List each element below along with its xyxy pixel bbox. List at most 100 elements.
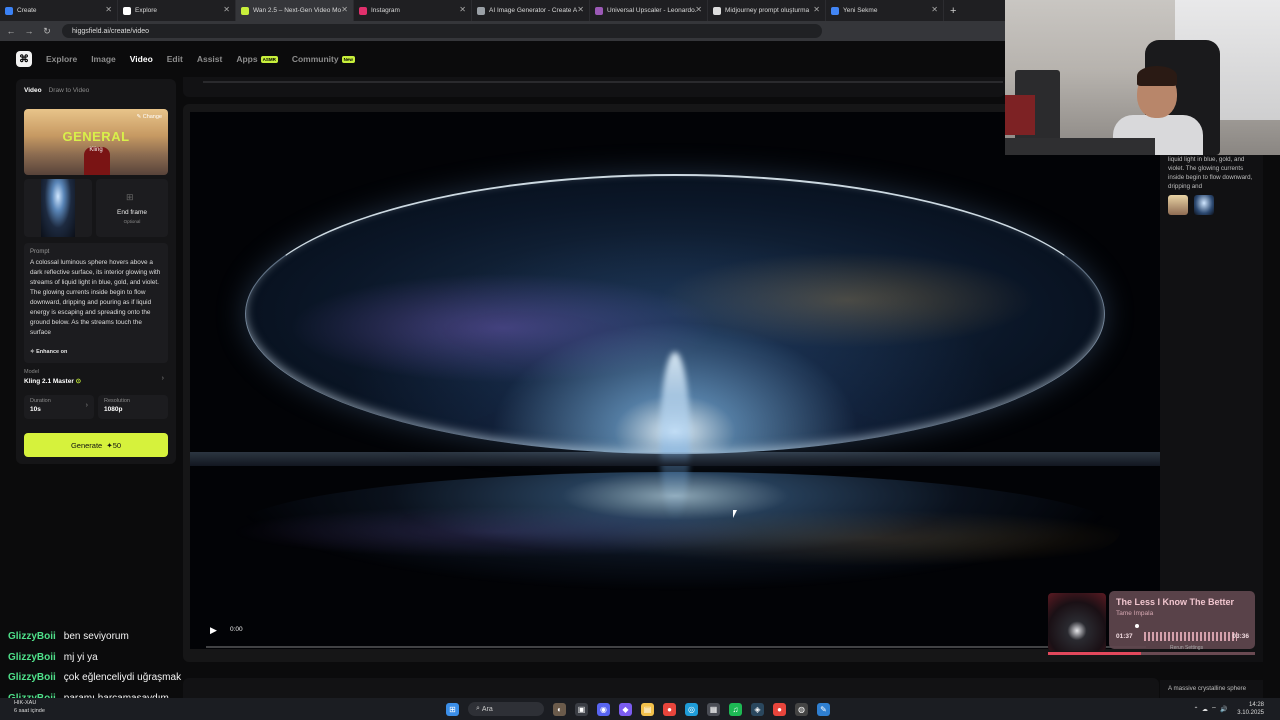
duration-value: 10s (30, 406, 41, 413)
nav-video[interactable]: Video (130, 54, 153, 64)
edge-icon[interactable]: ◎ (685, 702, 698, 716)
prompt-textarea[interactable]: A colossal luminous sphere hovers above … (30, 258, 162, 334)
mouse-cursor-icon (733, 510, 737, 518)
webcam-desk (1005, 138, 1155, 155)
widget-icon[interactable]: ◐ (553, 702, 566, 716)
volume-icon[interactable]: 🔊 (1220, 706, 1229, 713)
close-icon[interactable]: ✕ (105, 5, 112, 14)
video-progress-bar[interactable] (206, 646, 1146, 648)
close-icon[interactable]: ✕ (341, 5, 348, 14)
chrome-active-icon[interactable]: ● (773, 702, 786, 716)
clock-time: 14:28 (1248, 702, 1264, 708)
next-result-strip (183, 678, 1159, 698)
now-playing-card: The Less I Know The Better Tame Impala 0… (1109, 591, 1255, 649)
song-progress-track (1141, 652, 1255, 655)
taskbar-search[interactable]: ⌕ Ara (468, 702, 544, 716)
now-playing-widget: The Less I Know The Better Tame Impala 0… (1048, 591, 1255, 655)
generate-button[interactable]: Generate ✦ 50 (24, 433, 168, 457)
prompt-box[interactable]: Prompt A colossal luminous sphere hovers… (24, 243, 168, 363)
resolution-selector[interactable]: Resolution 1080p (98, 395, 168, 419)
chat-text: çok eğlenceliydi uğraşmak (63, 672, 182, 683)
obs-icon[interactable]: ◍ (795, 702, 808, 716)
browser-tab[interactable]: Instagram ✕ (354, 0, 472, 21)
model-name: Kling 2.1 Master (24, 378, 74, 385)
nav-assist[interactable]: Assist (197, 54, 223, 64)
task-view-icon[interactable]: ▣ (575, 702, 588, 716)
discord-icon[interactable]: ◉ (597, 702, 610, 716)
video-player[interactable]: ▶ 0:00 (190, 112, 1160, 649)
chevron-up-icon[interactable]: ⌃ (1193, 706, 1201, 713)
tab-video[interactable]: Video (24, 87, 42, 94)
reload-icon[interactable]: ↻ (40, 24, 54, 38)
tab-label: Explore (135, 7, 158, 14)
history-thumb[interactable] (1194, 195, 1214, 215)
favicon-icon (123, 6, 131, 15)
chat-text: mj yi ya (63, 651, 98, 663)
nav-community[interactable]: Community New (292, 54, 355, 64)
tab-label: Midjourney prompt oluşturma (725, 7, 810, 14)
cloud-icon[interactable]: ☁ (1202, 706, 1211, 713)
song-progress-fill (1048, 652, 1141, 655)
browser-tab[interactable]: Universal Upscaler - Leonardo. ✕ (590, 0, 708, 21)
album-art (1048, 593, 1106, 651)
url-input[interactable]: higgsfield.ai/create/video (62, 24, 822, 38)
history-column: liquid light in blue, gold, and violet. … (1160, 152, 1263, 662)
nav-image[interactable]: Image (91, 54, 116, 64)
enhance-toggle[interactable]: ✧ Enhance on (30, 349, 67, 355)
chrome-icon[interactable]: ● (663, 702, 676, 716)
steam-icon[interactable]: ◈ (751, 702, 764, 716)
windows-start-icon[interactable]: ⊞ (446, 702, 459, 716)
history-thumb[interactable] (1168, 195, 1188, 215)
change-button[interactable]: ✎ Change (137, 114, 162, 120)
waveform (1144, 632, 1237, 641)
divider (203, 81, 1003, 83)
app-icon[interactable]: ◆ (619, 702, 632, 716)
close-icon[interactable]: ✕ (695, 5, 702, 14)
start-frame[interactable] (24, 179, 92, 237)
close-icon[interactable]: ✕ (577, 5, 584, 14)
nav-apps-label: Apps (236, 54, 258, 64)
browser-tab[interactable]: Create ✕ (0, 0, 118, 21)
new-tab-icon[interactable]: + (944, 5, 956, 17)
app-icon[interactable]: ✎ (817, 702, 830, 716)
windows-taskbar: HIK-XAU 6 saat içinde ⊞ ⌕ Ara ◐ ▣ ◉ ◆ ▤ … (0, 698, 1280, 720)
close-icon[interactable]: ✕ (223, 5, 230, 14)
end-frame-label: End frame (117, 209, 147, 216)
back-icon[interactable]: ← (4, 24, 18, 38)
system-tray: ⌃ ☁ ⌔ 🔊 14:28 3.10.2025 (1193, 701, 1264, 717)
end-frame-hint: Optional (123, 219, 141, 224)
history-next-text: A massive crystalline sphere (1168, 685, 1247, 692)
asmr-badge: ASMR (260, 55, 278, 63)
chat-text: ben seviyorum (63, 631, 129, 642)
nav-explore[interactable]: Explore (46, 54, 77, 64)
close-icon[interactable]: ✕ (813, 5, 820, 14)
clock[interactable]: 14:28 3.10.2025 (1237, 701, 1264, 717)
browser-tab[interactable]: Explore ✕ (118, 0, 236, 21)
tab-draw-to-video[interactable]: Draw to Video (49, 87, 90, 94)
nav-edit[interactable]: Edit (167, 54, 183, 64)
close-icon[interactable]: ✕ (459, 5, 466, 14)
calculator-icon[interactable]: ▦ (707, 702, 720, 716)
weather-widget[interactable]: HIK-XAU 6 saat içinde (14, 699, 45, 715)
tab-label: Wan 2.5 – Next-Gen Video Mo (253, 7, 342, 14)
browser-tab[interactable]: Midjourney prompt oluşturma ✕ (708, 0, 826, 21)
weather-line2: 6 saat içinde (14, 708, 45, 714)
browser-tab-active[interactable]: Wan 2.5 – Next-Gen Video Mo ✕ (236, 0, 354, 21)
wifi-icon[interactable]: ⌔ (1211, 705, 1220, 713)
spotify-icon[interactable]: ♫ (729, 702, 742, 716)
logo-icon[interactable]: ⌘ (16, 51, 32, 67)
preset-thumbnail[interactable]: GENERAL Kling ✎ Change (24, 109, 168, 175)
weather-line1: HIK-XAU (14, 700, 37, 706)
favicon-icon (713, 6, 721, 15)
duration-selector[interactable]: Duration 10s › (24, 395, 94, 419)
nav-apps[interactable]: Apps ASMR (236, 54, 278, 64)
model-selector[interactable]: Model Kling 2.1 Master ⊙ › (24, 369, 168, 391)
close-icon[interactable]: ✕ (931, 5, 938, 14)
browser-tab[interactable]: Yeni Sekme ✕ (826, 0, 944, 21)
browser-tab[interactable]: AI Image Generator - Create A ✕ (472, 0, 590, 21)
file-explorer-icon[interactable]: ▤ (641, 702, 654, 716)
end-frame[interactable]: ⊞ End frame Optional (96, 179, 168, 237)
forward-icon[interactable]: → (22, 24, 36, 38)
song-total: 03:36 (1232, 633, 1249, 640)
result-actions[interactable]: Rerun Settings (1170, 645, 1203, 651)
